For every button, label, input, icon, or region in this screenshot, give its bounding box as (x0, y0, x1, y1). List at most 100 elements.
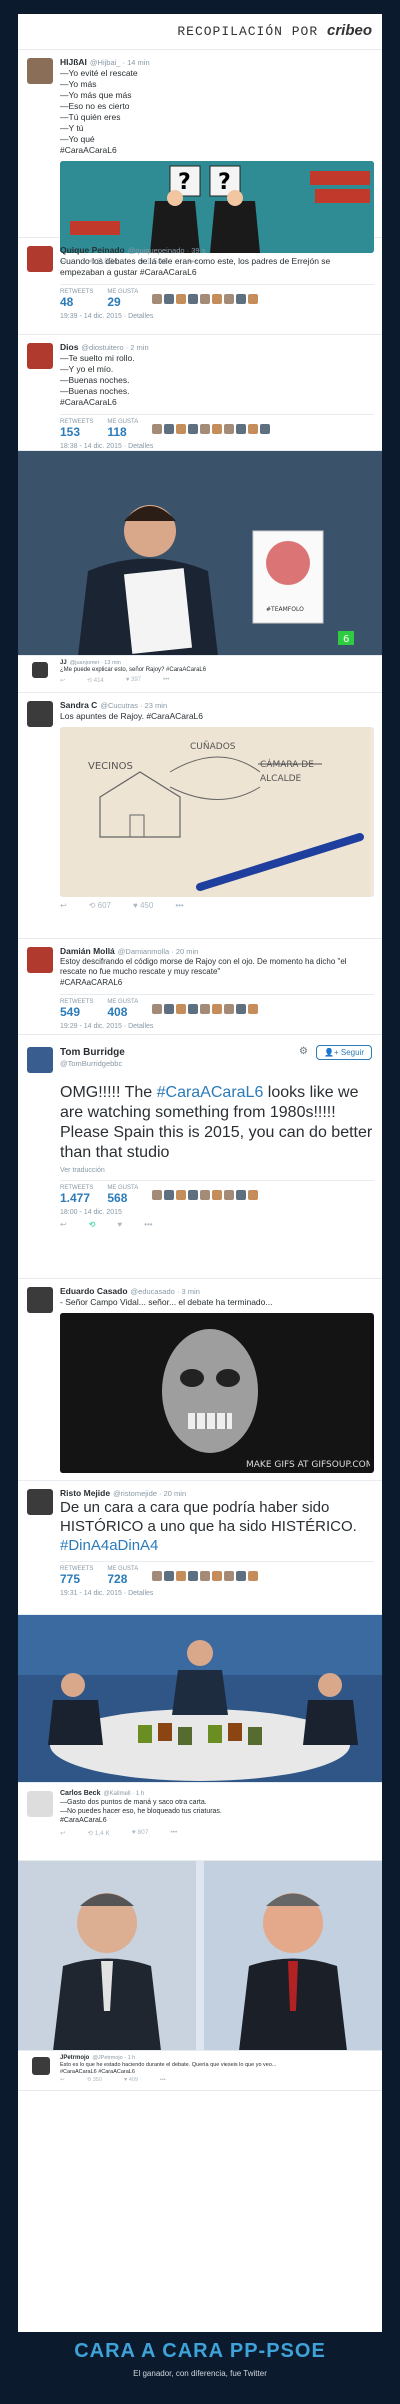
tweet-actions: ↩ ⟲ 350 ♥ 409 ••• (60, 2077, 374, 2083)
tweet-author[interactable]: JPetrmojo @JPetrmojo · 1 h (60, 2055, 374, 2061)
svg-text:?: ? (178, 170, 191, 195)
tweet-author[interactable]: Sandra C @Cucutras · 23 min (60, 700, 374, 710)
tweet-date[interactable]: 18:38 - 14 dic. 2015 · Detalles (60, 443, 374, 450)
tweet-author[interactable]: Damián Mollá @Damianmolla · 20 min (60, 946, 374, 956)
notes-sketch: VECINOS CUÑADOS CÁMARA DE ALCALDE (60, 727, 370, 898)
tweet-text: ¿Me puede explicar esto, señor Rajoy? #C… (60, 667, 207, 673)
gif-watermark: MAKE GIFS AT GIFSOUP.COM (246, 1460, 370, 1470)
tweet-jj: JJ @juanjomer · 13 min ¿Me puede explicar… (18, 656, 382, 693)
retweet-icon[interactable]: ⟲ 1,4 K (87, 1829, 109, 1837)
tweet-image-notes[interactable]: VECINOS CUÑADOS CÁMARA DE ALCALDE (60, 727, 374, 898)
like-count[interactable]: 408 (107, 1005, 138, 1019)
tweet-text: Cuando los debates de la tele eran como … (60, 256, 331, 278)
tweet-sandra: Sandra C @Cucutras · 23 min Los apuntes d… (18, 693, 382, 939)
tweet-text: Esto es lo que he estado haciendo durant… (60, 2062, 277, 2076)
compilation-title: RECOPILACIÓN POR cribeo (177, 22, 372, 39)
retweet-count[interactable]: 549 (60, 1005, 93, 1019)
tweet-author[interactable]: Carlos Beck @Kallmell · 1 h (60, 1790, 374, 1797)
reply-icon[interactable]: ↩ (60, 1220, 67, 1229)
more-icon[interactable]: ••• (144, 1220, 152, 1229)
tweet-actions: ↩ ⟲ 414 ♥ 397 ••• (60, 677, 374, 684)
retweet-count[interactable]: 153 (60, 425, 93, 439)
avatar (27, 246, 53, 272)
compilation-header: RECOPILACIÓN POR cribeo (18, 14, 382, 50)
tweet-text: - Señor Campo Vidal... señor... el debat… (60, 1297, 273, 1307)
avatar (32, 662, 48, 678)
avatar (27, 1791, 53, 1817)
tweet-text: —Yo evité el rescate —Yo más —Yo más que… (60, 68, 138, 156)
tweet-carlos: Carlos Beck @Kallmell · 1 h —Gasto dos pu… (18, 1783, 382, 1861)
tweet-text: Estoy descifrando el código morse de Raj… (60, 957, 347, 987)
more-icon[interactable]: ••• (170, 1829, 177, 1837)
tweet-actions: ↩ ⟲ 607 ♥ 450 ••• (60, 901, 374, 910)
tweet-author[interactable]: Eduardo Casado @educasado · 3 min (60, 1286, 374, 1296)
tweet-dios: Dios @diostuitero · 2 min —Te suelto mi r… (18, 335, 382, 451)
follow-button[interactable]: 👤+ Seguir (316, 1045, 372, 1060)
liker-avatars[interactable] (152, 1190, 259, 1200)
more-icon[interactable]: ••• (175, 901, 183, 910)
tweet-stats: RETWEETS 153 ME GUSTA 118 (60, 414, 374, 439)
retweet-count[interactable]: 1.477 (60, 1191, 93, 1205)
like-count[interactable]: 118 (107, 425, 138, 439)
retweet-icon[interactable]: ⟲ 350 (87, 2077, 102, 2083)
liker-avatars[interactable] (152, 1004, 259, 1015)
more-icon[interactable]: ••• (160, 2077, 166, 2083)
retweet-count[interactable]: 48 (60, 295, 93, 309)
tweet-author[interactable]: Quique Peinado @quiquepeinado · 39 s (60, 245, 374, 255)
gear-icon[interactable]: ⚙ (299, 1046, 308, 1057)
sketch-vecinos: VECINOS (88, 761, 133, 772)
tweet-tom: Tom Burridge @TomBurridgebbc ⚙ 👤+ Seguir … (18, 1035, 382, 1279)
rajoy-portraits (18, 1861, 382, 2050)
like-icon[interactable]: ♥ 409 (124, 2077, 138, 2083)
reply-icon[interactable]: ↩ (60, 1829, 65, 1837)
tweet-stats: RETWEETS 775 ME GUSTA 728 (60, 1561, 374, 1586)
tweet-text: —Te suelto mi rollo. —Y yo el mío. —Buen… (60, 353, 135, 408)
like-count[interactable]: 29 (107, 295, 138, 309)
tweet-author[interactable]: Dios @diostuitero · 2 min (60, 342, 374, 352)
avatar (27, 701, 53, 727)
tweet-date[interactable]: 19:29 - 14 dic. 2015 · Detalles (60, 1023, 374, 1030)
tweet-gif[interactable]: MAKE GIFS AT GIFSOUP.COM (60, 1313, 374, 1474)
sanchez-photo: #TEAMFOLO 6 (18, 451, 382, 655)
tweet-quique: Quique Peinado @quiquepeinado · 39 s Cuan… (18, 238, 382, 335)
tweet-author[interactable]: HIJßAI @Hijbai_ · 14 min (60, 57, 374, 67)
post-subtitle: El ganador, con diferencia, fue Twitter (133, 2369, 267, 2378)
more-icon[interactable]: ••• (163, 677, 169, 684)
like-icon[interactable]: ♥ 397 (126, 677, 141, 684)
liker-avatars[interactable] (152, 424, 271, 435)
tweet-author[interactable]: Risto Mejide @ristomejide · 20 min (60, 1488, 374, 1498)
retweet-icon[interactable]: ⟲ 414 (87, 677, 104, 684)
photo-rajoy-portraits (18, 1861, 382, 2051)
svg-text:?: ? (218, 170, 231, 195)
tweet-date[interactable]: 19:31 - 14 dic. 2015 · Detalles (60, 1590, 374, 1597)
retweet-icon[interactable]: ⟲ 607 (89, 901, 111, 910)
like-icon[interactable]: ♥ 450 (133, 901, 153, 910)
photo-debate-table (18, 1615, 382, 1783)
reply-icon[interactable]: ↩ (60, 677, 65, 684)
photo-sanchez-drawing: #TEAMFOLO 6 (18, 451, 382, 656)
retweet-icon[interactable]: ⟲ (89, 1220, 96, 1229)
tweet-date[interactable]: 19:39 - 14 dic. 2015 · Detalles (60, 313, 374, 320)
svg-text:6: 6 (343, 634, 349, 645)
liker-avatars[interactable] (152, 294, 259, 305)
liker-avatars[interactable] (152, 1571, 259, 1582)
translate-link[interactable]: Ver traducción (60, 1167, 374, 1174)
tweet-actions: ↩ ⟲ ♥ ••• (60, 1220, 374, 1229)
tweet-date[interactable]: 18:00 - 14 dic. 2015 (60, 1209, 374, 1216)
retweet-count[interactable]: 775 (60, 1572, 93, 1586)
like-count[interactable]: 728 (107, 1572, 138, 1586)
tweet-damian: Damián Mollá @Damianmolla · 20 min Estoy … (18, 939, 382, 1035)
sketch-cunados: CUÑADOS (190, 741, 236, 752)
avatar (27, 58, 53, 84)
like-icon[interactable]: ♥ 807 (132, 1829, 149, 1837)
cribeo-logo: cribeo (326, 22, 372, 39)
reply-icon[interactable]: ↩ (60, 2077, 65, 2083)
gif-image: MAKE GIFS AT GIFSOUP.COM (60, 1313, 373, 1474)
like-icon[interactable]: ♥ (117, 1220, 122, 1229)
tweet-author[interactable]: JJ @juanjomer · 13 min (60, 660, 374, 666)
debate-table-photo (18, 1615, 382, 1782)
tweet-text: OMG!!!!! The #CaraACaraL6 looks like we … (60, 1084, 373, 1161)
reply-icon[interactable]: ↩ (60, 901, 67, 910)
like-count[interactable]: 568 (107, 1191, 138, 1205)
tweet-jpetrmojo: JPetrmojo @JPetrmojo · 1 h Esto es lo que… (18, 2051, 382, 2091)
